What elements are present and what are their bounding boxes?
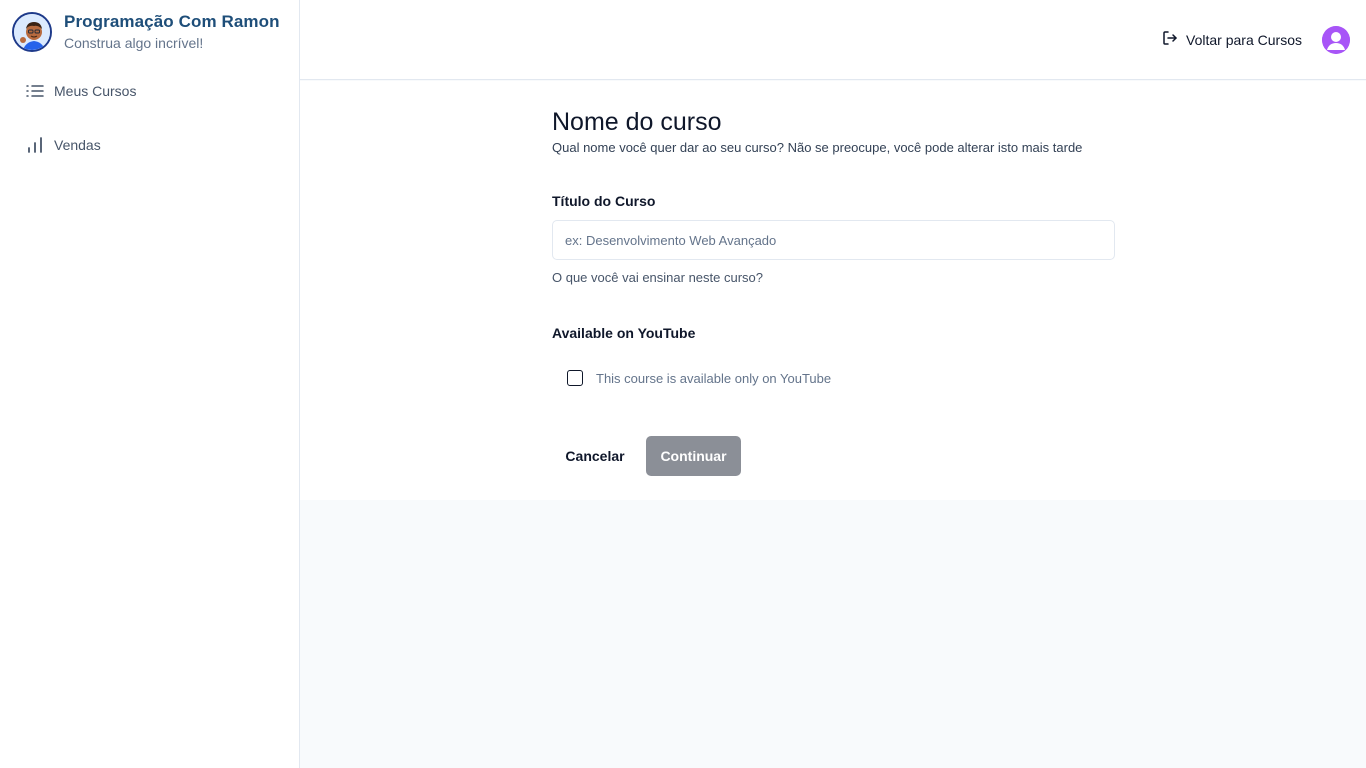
page-title: Nome do curso (552, 108, 722, 136)
page-subtitle: Qual nome você quer dar ao seu curso? Nã… (552, 140, 1083, 155)
course-title-input[interactable] (552, 220, 1115, 260)
cancel-button[interactable]: Cancelar (552, 436, 638, 476)
course-title-helper: O que você vai ensinar neste curso? (552, 270, 764, 285)
course-name-form: Nome do curso Qual nome você quer dar ao… (552, 107, 1115, 476)
user-icon (1322, 26, 1350, 54)
back-to-courses-button[interactable]: Voltar para Cursos (1162, 30, 1302, 50)
log-out-icon (1162, 30, 1178, 51)
back-to-courses-label: Voltar para Cursos (1186, 32, 1302, 48)
continue-button[interactable]: Continuar (646, 436, 741, 476)
brand-title: Programação Com Ramon (64, 12, 280, 31)
top-header: Voltar para Cursos (300, 0, 1366, 80)
list-icon (25, 81, 45, 101)
sidebar-item-meus-cursos[interactable]: Meus Cursos (0, 76, 299, 106)
youtube-checkbox[interactable] (567, 370, 583, 386)
sidebar: Programação Com Ramon Construa algo incr… (0, 0, 300, 768)
brand-subtitle: Construa algo incrível! (64, 35, 204, 51)
youtube-checkbox-row[interactable]: This course is available only on YouTube (567, 370, 831, 386)
bar-chart-icon (25, 135, 45, 155)
user-avatar[interactable] (1322, 26, 1350, 54)
youtube-checkbox-label: This course is available only on YouTube (596, 370, 832, 386)
sidebar-item-label: Vendas (54, 137, 101, 153)
course-title-label: Título do Curso (552, 193, 656, 209)
brand: Programação Com Ramon Construa algo incr… (12, 12, 280, 52)
sidebar-item-vendas[interactable]: Vendas (0, 130, 299, 160)
youtube-label: Available on YouTube (552, 325, 696, 341)
brand-avatar (12, 12, 52, 52)
sidebar-item-label: Meus Cursos (54, 83, 137, 99)
main-panel: Nome do curso Qual nome você quer dar ao… (300, 81, 1366, 500)
